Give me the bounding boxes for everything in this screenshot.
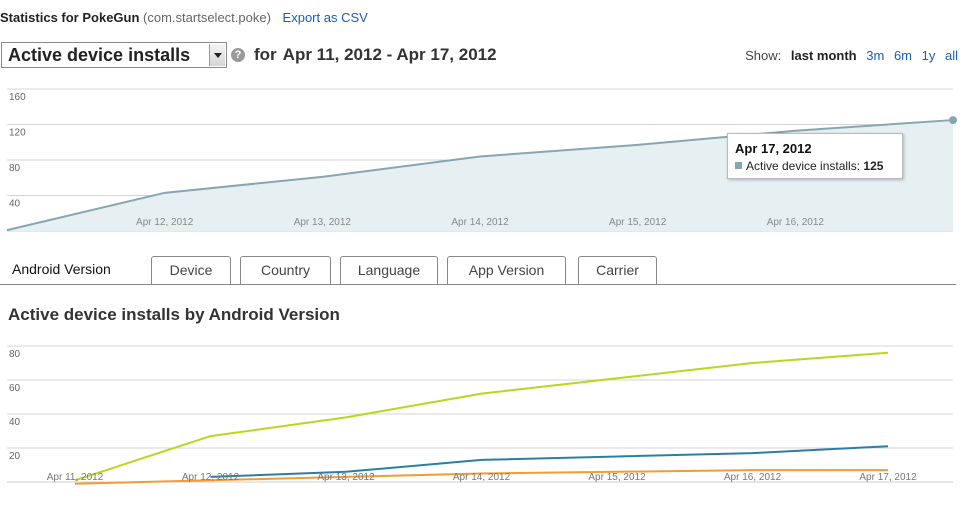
tab-carrier[interactable]: Carrier (578, 256, 657, 284)
chart-tooltip: Apr 17, 2012 Active device installs: 125 (727, 133, 903, 179)
android-version-line-chart[interactable]: 20 40 60 80 Apr 11, 2012 Apr 12, 2012 Apr 13, … (0, 340, 980, 500)
tooltip-row: Active device installs: 125 (735, 159, 883, 173)
show-label: Show: (745, 48, 782, 63)
metric-controls: Active device installs ? for Apr 11, 2012… (0, 42, 980, 70)
y-tick-label: 60 (9, 383, 21, 394)
tooltip-value: 125 (863, 159, 884, 173)
tab-country[interactable]: Country (240, 256, 331, 284)
tooltip-date: Apr 17, 2012 (735, 141, 812, 156)
export-csv-link[interactable]: Export as CSV (283, 10, 368, 25)
y-tick-label: 80 (9, 349, 21, 360)
app-statistics-title: Statistics for PokeGun (0, 10, 140, 25)
range-all[interactable]: all (945, 48, 958, 63)
range-1y[interactable]: 1y (922, 48, 936, 63)
tooltip-series-label: Active device installs: (746, 159, 861, 173)
section-title: Active device installs by Android Versio… (8, 305, 340, 324)
x-tick-label: Apr 13, 2012 (317, 472, 375, 483)
x-tick-label: Apr 11, 2012 (47, 472, 104, 483)
range-3m[interactable]: 3m (866, 48, 884, 63)
series-line-0 (74, 351, 889, 482)
x-tick-label: Apr 14, 2012 (453, 472, 511, 483)
y-tick-label: 20 (9, 451, 21, 462)
for-label: for (254, 45, 277, 64)
x-tick-label: Apr 15, 2012 (588, 472, 646, 483)
y-tick-label: 40 (9, 199, 21, 210)
range-selector: Show: last month 3m 6m 1y all (745, 48, 958, 63)
package-name: (com.startselect.poke) (143, 10, 271, 25)
x-tick-label: Apr 17, 2012 (859, 472, 917, 483)
metric-select-value: Active device installs (8, 45, 191, 65)
y-tick-label: 120 (9, 128, 26, 139)
page-header: Statistics for PokeGun (com.startselect.… (0, 10, 368, 25)
tab-app-version[interactable]: App Version (447, 256, 566, 284)
range-6m[interactable]: 6m (894, 48, 912, 63)
x-tick-label: Apr 15, 2012 (609, 217, 667, 228)
x-tick-label: Apr 16, 2012 (767, 217, 825, 228)
date-range-heading: for Apr 11, 2012 - Apr 17, 2012 (254, 45, 497, 65)
y-tick-label: 80 (9, 163, 21, 174)
x-tick-label: Apr 14, 2012 (451, 217, 509, 228)
data-point (949, 116, 957, 125)
metric-select[interactable]: Active device installs (1, 42, 227, 68)
x-tick-label: Apr 12, 2012 (182, 472, 240, 483)
range-last-month[interactable]: last month (791, 48, 857, 63)
tab-language[interactable]: Language (340, 256, 438, 284)
help-icon[interactable]: ? (231, 48, 245, 62)
chevron-down-icon[interactable] (209, 44, 225, 66)
x-tick-label: Apr 12, 2012 (136, 217, 194, 228)
tab-device[interactable]: Device (151, 256, 231, 284)
date-range: Apr 11, 2012 - Apr 17, 2012 (282, 45, 497, 64)
y-tick-label: 160 (9, 92, 26, 103)
series-swatch (735, 162, 742, 169)
x-tick-label: Apr 13, 2012 (294, 217, 352, 228)
x-tick-label: Apr 16, 2012 (724, 472, 782, 483)
y-tick-label: 40 (9, 417, 21, 428)
tab-android-version[interactable]: Android Version (12, 256, 142, 284)
dimension-tabs: Android Version Device Country Language … (0, 256, 956, 285)
